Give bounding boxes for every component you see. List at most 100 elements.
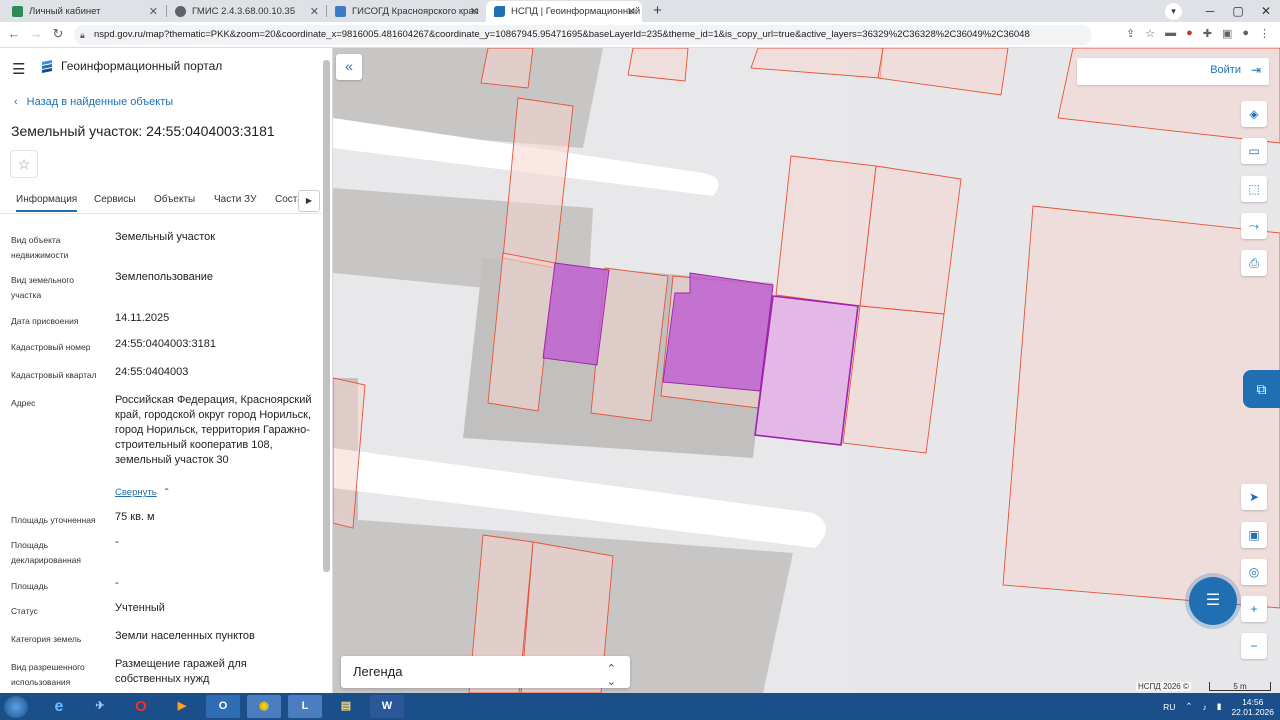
close-tab-icon[interactable]: ✕ — [149, 5, 158, 18]
minimize-icon[interactable]: ─ — [1196, 4, 1224, 18]
field-value: Учтенный — [115, 602, 165, 614]
share-icon[interactable]: ⤳ — [1241, 213, 1267, 239]
favorite-star-button[interactable]: ☆ — [10, 150, 38, 178]
reload-icon[interactable]: ↻ — [49, 26, 67, 42]
field-label: Вид объекта недвижимости — [11, 235, 69, 260]
share-icon[interactable]: ⇪ — [1126, 27, 1135, 40]
browser-tab[interactable]: Личный кабинет ✕ — [4, 1, 164, 22]
ie-icon[interactable]: e — [42, 695, 76, 718]
browser-tab-title: НСПД | Геоинформационный п — [511, 6, 642, 17]
print-icon[interactable]: ⎙ — [1241, 250, 1267, 276]
legend-dropdown[interactable]: Легенда ⌃ ⌄ — [341, 656, 630, 688]
tray-arrow-icon[interactable]: ⌃ — [1185, 701, 1192, 712]
select-area-icon[interactable]: ⬚ — [1241, 176, 1267, 202]
address-value: Российская Федерация, Красноярский край,… — [115, 394, 312, 466]
volume-icon[interactable]: ♪ — [1203, 702, 1207, 712]
map-canvas[interactable] — [333, 48, 1280, 693]
login-icon: ⇥ — [1250, 63, 1261, 77]
extension-icon[interactable]: ● — [1186, 27, 1193, 40]
field-value: Размещение гаражей для собственных нужд — [115, 658, 247, 685]
collapse-link[interactable]: Свернуть ⌃ — [115, 487, 171, 498]
tabs-scroll-right-button[interactable]: ▶ — [298, 190, 320, 212]
navigate-icon[interactable]: ➤ — [1241, 484, 1267, 510]
puzzle-icon[interactable]: ✚ — [1203, 27, 1212, 40]
chat-icon[interactable]: ☰ — [1189, 577, 1237, 625]
field-label: Адрес — [11, 398, 36, 408]
network-icon[interactable]: ▮ — [1217, 701, 1222, 712]
zoom-in-icon[interactable]: + — [1241, 596, 1267, 622]
field-label: Кадастровый номер — [11, 342, 91, 352]
menu-dots-icon[interactable]: ⋮ — [1259, 27, 1270, 40]
profile-icon[interactable]: ● — [1242, 27, 1249, 40]
bookmark-star-icon[interactable]: ☆ — [1145, 27, 1155, 40]
url-field[interactable]: 🔒︎ nspd.gov.ru/map?thematic=PKK&zoom=20&… — [74, 25, 1092, 45]
close-tab-icon[interactable]: ✕ — [627, 5, 636, 18]
map-view[interactable]: « Войти ⇥ ◈ ▭ ⬚ ⤳ ⎙ ⧉ ➤ ▣ ◎ + − ☰ Легенд… — [333, 48, 1280, 693]
clock[interactable]: 14:56 22.01.2026 — [1231, 697, 1274, 717]
close-tab-icon[interactable]: ✕ — [310, 5, 319, 18]
tab-services[interactable]: Сервисы — [94, 194, 135, 205]
collapse-panel-button[interactable]: « — [336, 54, 362, 80]
browser-tab-title: ГМИС 2.4.3.68.00.10.35 — [192, 6, 296, 17]
back-to-results-link[interactable]: ‹ Назад в найденные объекты — [14, 96, 173, 108]
field-label: Вид земельного участка — [11, 275, 75, 300]
browser-tab-bar: Личный кабинет ✕ ГМИС 2.4.3.68.00.10.35 … — [0, 0, 1280, 22]
favicon-icon — [494, 6, 505, 17]
field-label: Площадь декларированная — [11, 540, 81, 565]
forward-arrow-icon[interactable]: → — [27, 26, 45, 41]
close-tab-icon[interactable]: ✕ — [470, 5, 479, 18]
browser-tab[interactable]: ГМИС 2.4.3.68.00.10.35 ✕ — [167, 1, 325, 22]
parcel — [775, 155, 877, 307]
field-value: - — [115, 577, 119, 589]
back-link-label: Назад в найденные объекты — [26, 96, 174, 108]
legend-label: Легенда — [353, 664, 403, 679]
tab-search-icon[interactable]: ▾ — [1165, 2, 1182, 20]
chevron-left-icon: ‹ — [14, 96, 18, 108]
browser-tab-active[interactable]: НСПД | Геоинформационный п ✕ — [486, 1, 642, 22]
outlook-icon[interactable]: O — [206, 695, 240, 718]
media-player-icon[interactable]: ▶ — [165, 695, 199, 718]
field-value: Земли населенных пунктов — [115, 630, 255, 642]
minimap-icon[interactable]: ▣ — [1241, 522, 1267, 548]
sidebar-icon[interactable]: ▣ — [1222, 27, 1232, 40]
field-value: Земельный участок — [115, 231, 216, 243]
maximize-icon[interactable]: ▢ — [1224, 4, 1252, 18]
parcel — [480, 48, 534, 89]
login-label: Войти — [1210, 64, 1241, 76]
word-icon[interactable]: W — [370, 695, 404, 718]
tab-composition[interactable]: Соста — [275, 194, 298, 205]
clock-date: 22.01.2026 — [1231, 706, 1274, 717]
selected-parcel[interactable] — [754, 295, 859, 446]
login-button[interactable]: Войти ⇥ — [1077, 58, 1269, 85]
panel-scrollbar[interactable] — [323, 60, 330, 572]
start-button[interactable] — [4, 696, 28, 718]
language-indicator[interactable]: RU — [1163, 702, 1175, 712]
field-label: Площадь уточненная — [11, 515, 96, 525]
chrome-icon[interactable]: ◉ — [247, 695, 281, 718]
parcel — [750, 48, 884, 79]
side-panel-tab[interactable]: ⧉ — [1243, 370, 1280, 408]
tab-information[interactable]: Информация — [16, 194, 78, 212]
close-window-icon[interactable]: ✕ — [1252, 4, 1280, 18]
menu-icon[interactable]: ☰ — [12, 60, 25, 78]
geolocation-icon[interactable]: ◎ — [1241, 559, 1267, 585]
folder-icon[interactable]: ▤ — [329, 695, 363, 718]
ruler-icon[interactable]: ▭ — [1241, 138, 1267, 164]
field-value: 75 кв. м — [115, 511, 155, 523]
app-icon[interactable]: L — [288, 695, 322, 718]
zoom-out-icon[interactable]: − — [1241, 633, 1267, 659]
browser-tab[interactable]: ГИСОГД Красноярского края ✕ — [327, 1, 485, 22]
info-panel: ☰ Геоинформационный портал ‹ Назад в найд… — [0, 48, 333, 693]
tab-parts[interactable]: Части ЗУ — [214, 194, 256, 205]
object-title: Земельный участок: 24:55:0404003:3181 — [11, 123, 275, 139]
field-label: Статус — [11, 606, 38, 616]
extension-icon[interactable]: ▬ — [1165, 27, 1176, 40]
parcel — [842, 305, 945, 454]
field-value: 14.11.2025 — [115, 312, 170, 324]
tab-objects[interactable]: Объекты — [154, 194, 195, 205]
opera-icon[interactable]: O — [124, 695, 158, 718]
app-icon[interactable]: ✈ — [83, 695, 117, 718]
layers-icon[interactable]: ◈ — [1241, 101, 1267, 127]
back-arrow-icon[interactable]: ← — [5, 26, 23, 41]
new-tab-button[interactable]: + — [649, 3, 666, 20]
